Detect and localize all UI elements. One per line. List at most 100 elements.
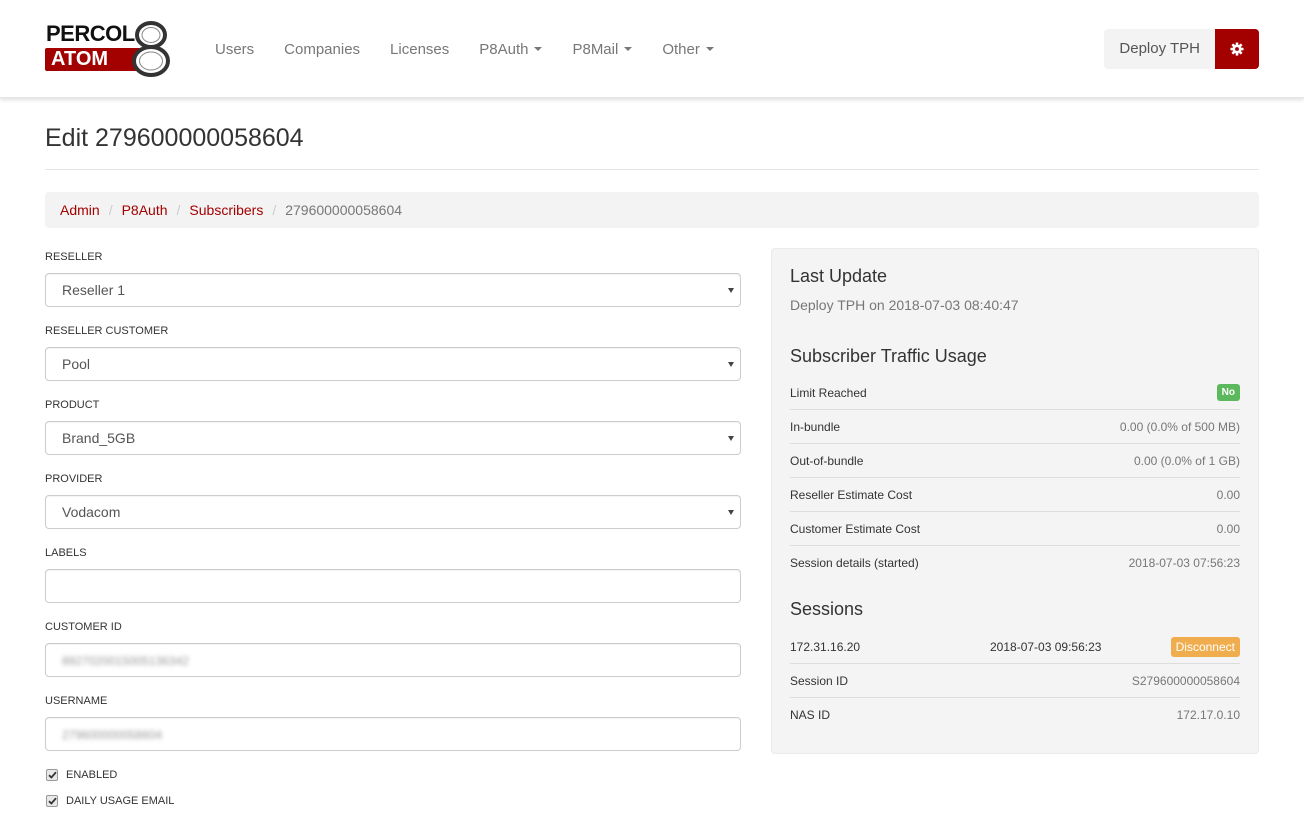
customer-id-field: CUSTOMER ID 8927020015005136342 <box>45 620 741 677</box>
table-row: Session details (started) 2018-07-03 07:… <box>790 546 1240 580</box>
deploy-button-group: Deploy TPH <box>1104 29 1259 69</box>
table-row: In-bundle 0.00 (0.0% of 500 MB) <box>790 410 1240 444</box>
last-update-heading: Last Update <box>790 266 888 286</box>
subscriber-form: RESELLER Reseller 1 RESELLER CUSTOMER Po… <box>45 250 741 820</box>
limit-reached-row: Limit Reached No <box>790 376 1240 410</box>
nav-users[interactable]: Users <box>215 41 254 58</box>
in-bundle-label: In-bundle <box>790 419 841 434</box>
customer-id-value: 8927020015005136342 <box>62 654 189 668</box>
select-arrow-icon <box>728 436 734 441</box>
breadcrumb-separator: / <box>272 202 277 218</box>
caret-down-icon <box>624 47 633 51</box>
deploy-tph-button[interactable]: Deploy TPH <box>1104 29 1215 69</box>
select-arrow-icon <box>728 510 734 515</box>
labels-input[interactable] <box>45 569 741 603</box>
nav-p8mail-dropdown[interactable]: P8Mail <box>572 40 633 58</box>
limit-reached-badge: No <box>1216 384 1240 401</box>
enabled-label: ENABLED <box>66 769 118 781</box>
reseller-customer-label: RESELLER CUSTOMER <box>45 325 169 337</box>
session-time: 2018-07-03 09:56:23 <box>990 639 1102 654</box>
enabled-checkbox[interactable] <box>46 769 58 781</box>
last-update-text: Deploy TPH on 2018-07-03 08:40:47 <box>790 297 1019 313</box>
reseller-label: RESELLER <box>45 251 103 263</box>
nav-companies[interactable]: Companies <box>284 41 360 58</box>
product-select[interactable]: Brand_5GB <box>45 421 741 455</box>
nav-p8auth-label: P8Auth <box>479 40 529 58</box>
table-row: Session ID S279600000058604 <box>790 664 1240 698</box>
nav-p8mail-label: P8Mail <box>572 40 619 58</box>
daily-usage-email-checkbox[interactable] <box>46 795 58 807</box>
reseller-field: RESELLER Reseller 1 <box>45 250 741 307</box>
reseller-select-value: Reseller 1 <box>62 282 126 298</box>
daily-usage-email-label: DAILY USAGE EMAIL <box>66 795 175 807</box>
nav-p8auth-dropdown[interactable]: P8Auth <box>479 40 543 58</box>
main-nav: Users Companies Licenses P8Auth P8Mail O… <box>215 0 744 98</box>
checkmark-icon <box>47 771 57 779</box>
reseller-customer-field: RESELLER CUSTOMER Pool <box>45 324 741 381</box>
labels-label: LABELS <box>45 547 87 559</box>
logo-text-percol: PERCOL <box>46 21 135 46</box>
table-row: Customer Estimate Cost 0.00 <box>790 512 1240 546</box>
username-label: USERNAME <box>45 695 108 707</box>
provider-field: PROVIDER Vodacom <box>45 472 741 529</box>
breadcrumb-current: 279600000058604 <box>285 202 403 218</box>
reseller-estimate-cost-label: Reseller Estimate Cost <box>790 487 913 502</box>
caret-down-icon <box>534 47 543 51</box>
breadcrumb-p8auth[interactable]: P8Auth <box>122 202 168 218</box>
breadcrumb-admin[interactable]: Admin <box>60 202 100 218</box>
reseller-select[interactable]: Reseller 1 <box>45 273 741 307</box>
page-title: Edit 279600000058604 <box>45 124 304 152</box>
session-id-label: Session ID <box>790 673 849 688</box>
provider-select[interactable]: Vodacom <box>45 495 741 529</box>
table-row: Out-of-bundle 0.00 (0.0% of 1 GB) <box>790 444 1240 478</box>
nav-other-label: Other <box>662 40 700 58</box>
nav-licenses-label: Licenses <box>390 40 450 58</box>
nav-licenses[interactable]: Licenses <box>390 41 449 58</box>
disconnect-button[interactable]: Disconnect <box>1170 636 1240 657</box>
enabled-checkbox-row: ENABLED <box>45 768 741 782</box>
limit-reached-label: Limit Reached <box>790 385 867 400</box>
session-details-label: Session details (started) <box>790 556 919 570</box>
reseller-estimate-cost-value: 0.00 <box>1216 487 1240 502</box>
brand-logo[interactable]: PERCOL ATOM <box>45 20 171 78</box>
table-row: Reseller Estimate Cost 0.00 <box>790 478 1240 512</box>
checkmark-icon <box>47 797 57 805</box>
subscriber-info-panel: Last Update Deploy TPH on 2018-07-03 08:… <box>771 248 1259 754</box>
nas-id-label: NAS ID <box>790 708 831 722</box>
settings-button[interactable] <box>1215 29 1259 69</box>
nav-users-label: Users <box>215 40 255 58</box>
session-row: 172.31.16.20 2018-07-03 09:56:23 Disconn… <box>790 630 1240 664</box>
customer-estimate-cost-value: 0.00 <box>1216 521 1240 536</box>
username-field: USERNAME 279600000058604 <box>45 694 741 751</box>
table-row: NAS ID 172.17.0.10 <box>790 698 1240 732</box>
username-input[interactable]: 279600000058604 <box>45 717 741 751</box>
product-field: PRODUCT Brand_5GB <box>45 398 741 455</box>
daily-usage-email-checkbox-row: DAILY USAGE EMAIL <box>45 794 741 808</box>
customer-estimate-cost-label: Customer Estimate Cost <box>790 521 921 536</box>
session-details-value: 2018-07-03 07:56:23 <box>1128 556 1240 570</box>
traffic-usage-table: Limit Reached No In-bundle 0.00 (0.0% of… <box>790 376 1240 580</box>
out-of-bundle-label: Out-of-bundle <box>790 453 864 468</box>
breadcrumb-separator: / <box>108 202 113 218</box>
provider-select-value: Vodacom <box>62 504 121 520</box>
in-bundle-value: 0.00 (0.0% of 500 MB) <box>1119 419 1240 434</box>
nav-other-dropdown[interactable]: Other <box>662 41 714 58</box>
reseller-customer-select[interactable]: Pool <box>45 347 741 381</box>
breadcrumb: Admin / P8Auth / Subscribers / 279600000… <box>45 192 1259 228</box>
labels-field: LABELS <box>45 546 741 603</box>
breadcrumb-subscribers[interactable]: Subscribers <box>189 202 263 218</box>
username-value: 279600000058604 <box>62 728 163 742</box>
product-select-value: Brand_5GB <box>62 430 136 446</box>
select-arrow-icon <box>728 362 734 367</box>
customer-id-label: CUSTOMER ID <box>45 621 122 633</box>
breadcrumb-separator: / <box>176 202 181 218</box>
sessions-table: 172.31.16.20 2018-07-03 09:56:23 Disconn… <box>790 630 1240 732</box>
logo-eight-icon <box>132 21 170 77</box>
reseller-customer-select-value: Pool <box>62 356 91 372</box>
title-divider <box>45 169 1259 170</box>
provider-label: PROVIDER <box>45 473 103 485</box>
product-label: PRODUCT <box>45 399 100 411</box>
customer-id-input[interactable]: 8927020015005136342 <box>45 643 741 677</box>
out-of-bundle-value: 0.00 (0.0% of 1 GB) <box>1133 453 1240 468</box>
nas-id-value: 172.17.0.10 <box>1176 708 1240 722</box>
